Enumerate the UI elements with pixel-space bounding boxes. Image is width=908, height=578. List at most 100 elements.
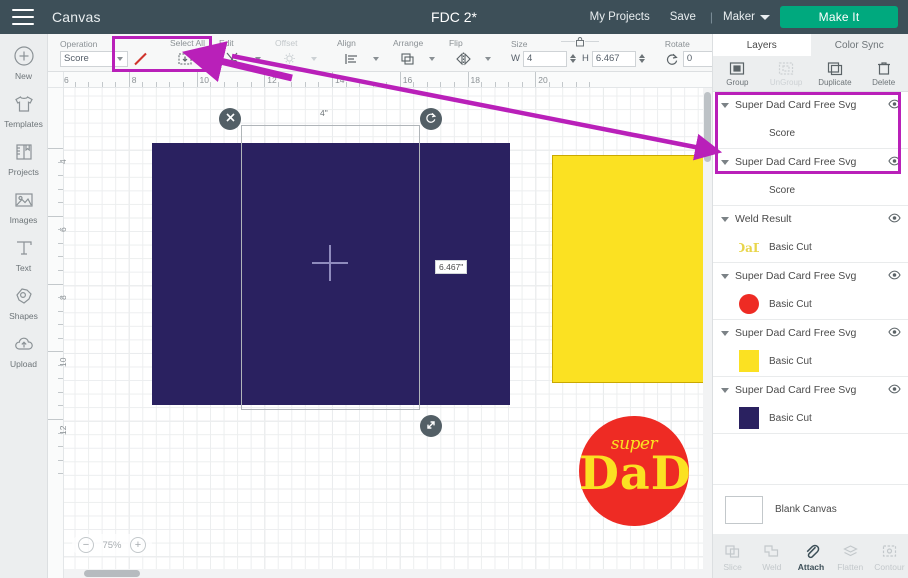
chevron-down-icon[interactable]	[721, 103, 729, 108]
arrange-button[interactable]	[393, 50, 423, 67]
layer-header[interactable]: Weld Result	[713, 206, 908, 232]
chevron-down-icon	[311, 57, 317, 61]
layer-header[interactable]: Super Dad Card Free Svg	[713, 320, 908, 346]
layer-header[interactable]: Super Dad Card Free Svg	[713, 92, 908, 118]
operation-value: Score	[64, 53, 89, 64]
weld-label: Weld	[762, 562, 781, 572]
horizontal-scroll-thumb[interactable]	[84, 570, 140, 577]
eye-icon[interactable]	[888, 156, 901, 169]
canvas-area[interactable]: super DaD 4" 6.467" 68101214161820 46810…	[48, 72, 712, 578]
save-button[interactable]: Save	[660, 11, 706, 23]
super-dad-logo[interactable]: super DaD	[579, 416, 689, 526]
tab-layers[interactable]: Layers	[713, 34, 811, 56]
flip-button[interactable]	[449, 50, 479, 67]
layer-group[interactable]: Super Dad Card Free SvgBasic Cut	[713, 320, 908, 377]
layer-color-swatch[interactable]	[739, 350, 759, 372]
layer-swatch-dad-thumb[interactable]: DaD	[739, 236, 759, 258]
chevron-down-icon[interactable]	[255, 57, 261, 61]
layer-child-row[interactable]: Score	[713, 175, 908, 205]
chevron-down-icon[interactable]	[721, 160, 729, 165]
resize-handle[interactable]	[420, 415, 442, 437]
ruler-label: 14	[335, 75, 344, 85]
offset-sun-icon	[281, 50, 298, 67]
chevron-down-icon[interactable]	[373, 57, 379, 61]
my-projects-link[interactable]: My Projects	[580, 11, 660, 23]
hamburger-icon[interactable]	[12, 9, 34, 25]
sidebar-item-text[interactable]: Text	[0, 235, 48, 273]
rotate-handle[interactable]	[420, 108, 442, 130]
height-input[interactable]: 6.467	[592, 51, 636, 67]
score-line-icon[interactable]	[132, 51, 150, 67]
chevron-down-icon[interactable]	[721, 388, 729, 393]
ruler-minor-tick	[58, 189, 63, 190]
operation-select[interactable]: Score	[60, 51, 128, 67]
ruler-tick	[48, 148, 63, 149]
options-toolbar: Operation Score Select All	[48, 34, 712, 72]
height-stepper[interactable]	[639, 54, 645, 63]
align-group: Align	[330, 34, 386, 72]
sidebar-item-upload[interactable]: Upload	[0, 331, 48, 369]
ruler-minor-tick	[589, 82, 590, 87]
eye-icon[interactable]	[888, 99, 901, 112]
ruler-minor-tick	[58, 311, 63, 312]
ruler-minor-tick	[522, 82, 523, 87]
layer-child-row[interactable]: DaDBasic Cut	[713, 232, 908, 262]
align-button[interactable]	[337, 50, 367, 67]
layer-group[interactable]: Super Dad Card Free SvgBasic Cut	[713, 263, 908, 320]
canvas-vertical-scrollbar[interactable]	[703, 88, 712, 578]
machine-selector[interactable]: Maker	[717, 11, 780, 23]
layer-header[interactable]: Super Dad Card Free Svg	[713, 377, 908, 403]
layer-color-swatch[interactable]	[739, 407, 759, 429]
yellow-card-shape[interactable]	[552, 155, 704, 383]
eye-icon[interactable]	[888, 213, 901, 226]
zoom-out-button[interactable]: −	[78, 537, 94, 553]
blank-canvas-swatch[interactable]	[725, 496, 763, 524]
sidebar-item-images[interactable]: Images	[0, 187, 48, 225]
tab-color-sync[interactable]: Color Sync	[811, 34, 908, 56]
select-all-button[interactable]	[170, 50, 200, 67]
layer-child-row[interactable]: Basic Cut	[713, 346, 908, 376]
layer-header[interactable]: Super Dad Card Free Svg	[713, 263, 908, 289]
layer-group[interactable]: Super Dad Card Free SvgBasic Cut	[713, 377, 908, 434]
eye-icon[interactable]	[888, 270, 901, 283]
sidebar-item-templates[interactable]: Templates	[0, 91, 48, 129]
layer-group[interactable]: Weld ResultDaDBasic Cut	[713, 206, 908, 263]
select-all-label: Select All	[170, 38, 205, 48]
sidebar-item-new[interactable]: New	[0, 43, 48, 81]
layers-list[interactable]: Super Dad Card Free SvgScoreSuper Dad Ca…	[713, 92, 908, 529]
canvas-horizontal-scrollbar[interactable]	[64, 569, 712, 578]
duplicate-button[interactable]: Duplicate	[811, 56, 860, 91]
canvas-background-row[interactable]: Blank Canvas	[713, 484, 908, 534]
ruler-minor-tick	[156, 82, 157, 87]
width-stepper[interactable]	[570, 54, 576, 63]
chevron-down-icon[interactable]	[429, 57, 435, 61]
eye-icon[interactable]	[888, 327, 901, 340]
weld-button: Weld	[752, 534, 791, 578]
edit-button[interactable]	[219, 50, 249, 67]
chevron-down-icon[interactable]	[485, 57, 491, 61]
delete-handle[interactable]	[219, 108, 241, 130]
plus-circle-icon	[11, 43, 37, 69]
layer-child-row[interactable]: Basic Cut	[713, 289, 908, 319]
make-it-button[interactable]: Make It	[780, 6, 898, 28]
chevron-down-icon[interactable]	[721, 274, 729, 279]
layer-color-swatch[interactable]	[739, 294, 759, 314]
zoom-in-button[interactable]: +	[130, 537, 146, 553]
layer-child-row[interactable]: Basic Cut	[713, 403, 908, 433]
layer-child-row[interactable]: Score	[713, 118, 908, 148]
chevron-down-icon[interactable]	[721, 217, 729, 222]
layer-group[interactable]: Super Dad Card Free SvgScore	[713, 92, 908, 149]
delete-button[interactable]: Delete	[859, 56, 908, 91]
attach-button[interactable]: Attach	[791, 534, 830, 578]
sidebar-item-projects[interactable]: Projects	[0, 139, 48, 177]
contour-button: Contour	[870, 534, 908, 578]
layer-header[interactable]: Super Dad Card Free Svg	[713, 149, 908, 175]
eye-icon[interactable]	[888, 384, 901, 397]
group-button[interactable]: Group	[713, 56, 762, 91]
ruler-minor-tick	[237, 82, 238, 87]
layer-group[interactable]: Super Dad Card Free SvgScore	[713, 149, 908, 206]
chevron-down-icon[interactable]	[721, 331, 729, 336]
sidebar-item-shapes[interactable]: Shapes	[0, 283, 48, 321]
vertical-scroll-thumb[interactable]	[704, 92, 711, 162]
width-input[interactable]: 4	[523, 51, 567, 67]
